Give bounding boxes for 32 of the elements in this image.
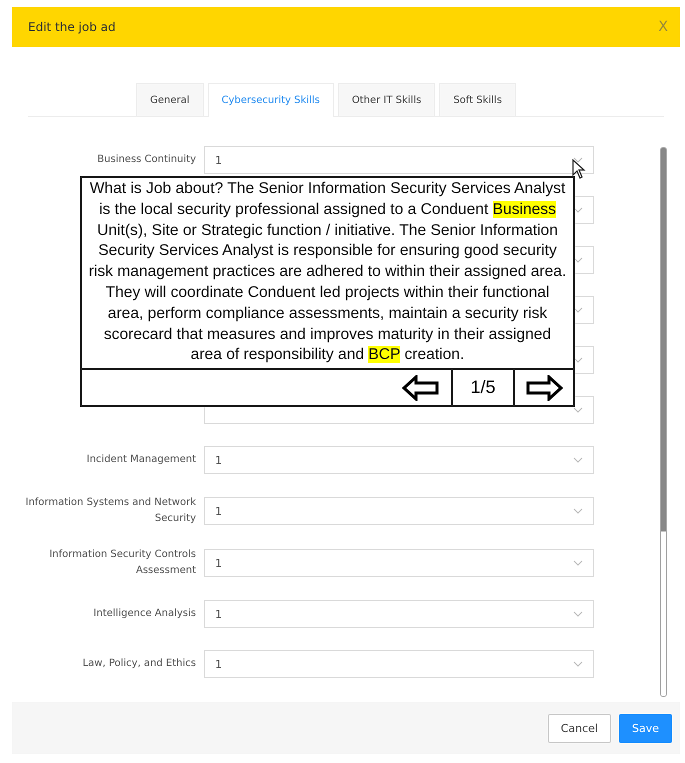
chevron-down-icon — [573, 457, 583, 463]
dropdown-field[interactable]: 1 — [204, 497, 594, 525]
field-label: Information Systems and Network Security — [24, 496, 197, 526]
chevron-down-icon — [573, 508, 583, 514]
dropdown-field[interactable]: 1 — [204, 146, 594, 174]
tab[interactable]: Soft Skills — [439, 83, 516, 116]
tab[interactable]: Other IT Skills — [338, 83, 436, 116]
dropdown-field[interactable]: 1 — [204, 650, 594, 678]
chevron-down-icon — [573, 257, 583, 263]
chevron-down-icon — [573, 307, 583, 313]
chevron-down-icon — [573, 157, 583, 163]
chevron-down-icon — [573, 207, 583, 213]
dialog-title: Edit the job ad — [28, 20, 116, 34]
field-label: Law, Policy, and Ethics — [82, 657, 197, 671]
chevron-down-icon — [573, 357, 583, 363]
dropdown-field[interactable]: 1 — [204, 549, 594, 577]
dropdown-field[interactable]: 1 — [204, 446, 594, 474]
chevron-down-icon — [573, 407, 583, 413]
right-arrow-icon — [525, 374, 563, 401]
chevron-down-icon — [573, 611, 583, 617]
field-label: Intelligence Analysis — [92, 607, 197, 621]
scrollbar[interactable] — [660, 147, 667, 697]
tab[interactable]: General — [136, 83, 204, 116]
field-label: Incident Management — [86, 453, 197, 467]
field-label: Information Security Controls Assessment — [48, 548, 197, 578]
chevron-down-icon — [573, 560, 583, 566]
cancel-button[interactable]: Cancel — [548, 714, 611, 742]
field-label: Business Continuity — [96, 153, 197, 167]
chevron-down-icon — [573, 661, 583, 667]
popup-text: What is Job about? The Senior Information Security Services Analyst is the local security professional assigned to a Conduent Business Unit(s), Site or Strategic function / initiative. The Senior Information Security Services Analyst is responsible for ensuring good security risk management practices are adhered to within their assigned area. They will coordinate Conduent led projects within their functional area, perform compliance assessments, maintain a security risk scorecard that measures and improves maturity in their assigned area of responsibility and BCP creation. — [88, 179, 568, 366]
left-arrow-icon — [402, 374, 440, 401]
dropdown-field[interactable]: 1 — [204, 600, 594, 628]
